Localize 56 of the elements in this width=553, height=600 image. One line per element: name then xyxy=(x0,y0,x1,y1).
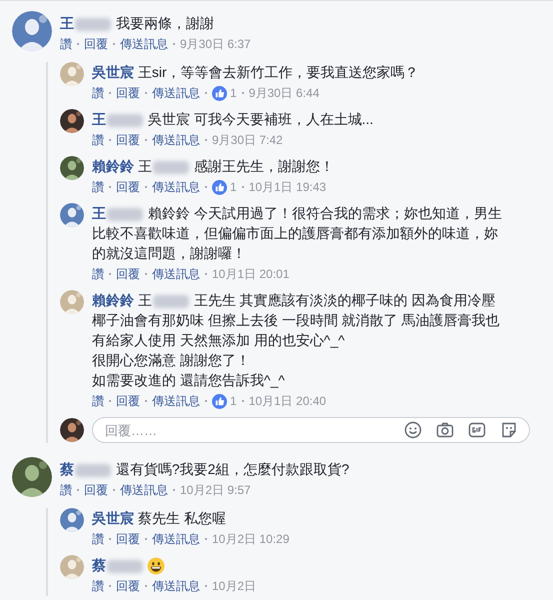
sticker-icon[interactable] xyxy=(500,421,518,439)
like-link[interactable]: 讚 xyxy=(60,34,72,54)
author-name[interactable]: 吳世宸 xyxy=(92,510,134,526)
reply-link[interactable]: 回覆 xyxy=(116,529,140,549)
reply-link[interactable]: 回覆 xyxy=(116,130,140,150)
like-link[interactable]: 讚 xyxy=(92,529,104,549)
emoji-icon[interactable] xyxy=(404,421,422,439)
comment-text: 很開心您滿意 謝謝您了！ xyxy=(92,351,251,370)
message-link[interactable]: 傳送訊息 xyxy=(152,177,200,197)
comment-text: 王 我要兩條，謝謝 xyxy=(60,14,215,33)
message-link[interactable]: 傳送訊息 xyxy=(120,480,168,500)
like-link[interactable]: 讚 xyxy=(92,130,104,150)
reply-link[interactable]: 回覆 xyxy=(116,264,140,284)
like-link[interactable]: 讚 xyxy=(92,264,104,284)
author-name[interactable]: 蔡 xyxy=(92,557,106,573)
reply-field[interactable]: 回覆…… xyxy=(92,417,530,443)
comment-text: 王 吳世宸 可我今天要補班，人在土城... xyxy=(92,110,374,129)
reply-link[interactable]: 回覆 xyxy=(116,83,140,103)
author-name[interactable]: 王 xyxy=(92,111,106,127)
thumbs-up-icon xyxy=(212,394,227,408)
like-link[interactable]: 讚 xyxy=(60,480,72,500)
gif-icon[interactable] xyxy=(468,421,486,439)
reply-link[interactable]: 回覆 xyxy=(116,391,140,411)
message-link[interactable]: 傳送訊息 xyxy=(152,576,200,596)
comment-text: 賴鈴鈴 王 感謝王先生，謝謝您！ xyxy=(92,157,335,176)
like-link[interactable]: 讚 xyxy=(92,391,104,411)
reply-link[interactable]: 回覆 xyxy=(84,480,108,500)
mention-name[interactable]: 王 xyxy=(138,292,152,308)
message-link[interactable]: 傳送訊息 xyxy=(152,130,200,150)
camera-icon[interactable] xyxy=(436,421,454,439)
message-link[interactable]: 傳送訊息 xyxy=(152,529,200,549)
message-link[interactable]: 傳送訊息 xyxy=(152,264,200,284)
comment-text: 吳世宸 王sir，等等會去新竹工作，要我直送您家嗎？ xyxy=(92,63,420,82)
thumbs-up-icon xyxy=(212,180,227,194)
author-name[interactable]: 賴鈴鈴 xyxy=(92,158,134,174)
author-name[interactable]: 蔡 xyxy=(60,461,74,477)
reply-link[interactable]: 回覆 xyxy=(84,34,108,54)
comment-text: 如需要改進的 還請您告訴我^_^ xyxy=(92,371,286,390)
reply-link[interactable]: 回覆 xyxy=(116,177,140,197)
message-link[interactable]: 傳送訊息 xyxy=(120,34,168,54)
comment-text: 王 賴鈴鈴 今天試用過了！很符合我的需求；妳也知道，男生比較不喜歡味道，但偏偏市面上的護唇膏都有添加額外的味道，妳的就沒這問題，謝謝囉！ xyxy=(92,204,503,263)
like-link[interactable]: 讚 xyxy=(92,83,104,103)
author-name[interactable]: 吳世宸 xyxy=(92,64,134,80)
like-link[interactable]: 讚 xyxy=(92,576,104,596)
thumbs-up-icon xyxy=(212,86,227,100)
message-link[interactable]: 傳送訊息 xyxy=(152,83,200,103)
comment-text: 蔡 還有貨嗎?我要2組，怎麼付款跟取貨? xyxy=(60,460,350,479)
comment-text: 吳世宸 蔡先生 私您喔 xyxy=(92,509,227,528)
mention-name[interactable]: 王 xyxy=(138,158,152,174)
author-name[interactable]: 王 xyxy=(60,15,74,31)
author-name[interactable]: 賴鈴鈴 xyxy=(92,292,134,308)
author-name[interactable]: 王 xyxy=(92,205,106,221)
like-link[interactable]: 讚 xyxy=(92,177,104,197)
message-link[interactable]: 傳送訊息 xyxy=(152,391,200,411)
reply-link[interactable]: 回覆 xyxy=(116,576,140,596)
comment-text: 賴鈴鈴 王 王先生 其實應該有淡淡的椰子味的 因為食用冷壓椰子油會有那奶味 但擦上去後 一段時間 就消散了 馬油護唇膏我也有給家人使用 天然無添加 用的也安心^_^ xyxy=(92,291,501,350)
